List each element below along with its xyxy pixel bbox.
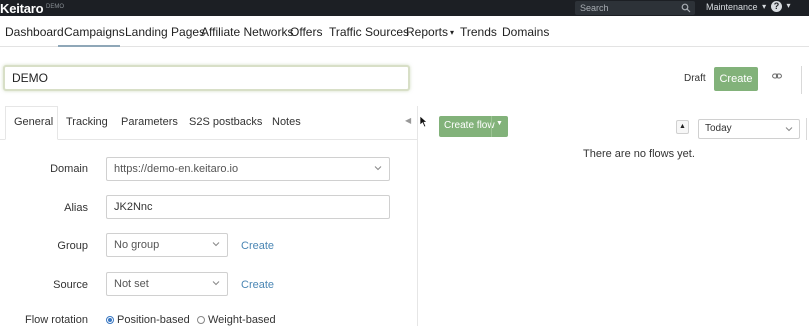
create-group-link[interactable]: Create (241, 240, 274, 252)
tab-tracking[interactable]: Tracking (66, 116, 108, 128)
caret-down-icon[interactable]: ▼ (496, 120, 503, 127)
toolbar-divider (801, 66, 802, 94)
alias-label: Alias (64, 202, 88, 214)
caret-down-icon: ▾ (786, 1, 791, 10)
nav-offers[interactable]: Offers (290, 25, 322, 39)
nav-reports-label: Reports (406, 25, 449, 39)
chevron-down-icon (212, 242, 220, 247)
rotation-weight-label: Weight-based (208, 314, 276, 326)
campaign-name-input[interactable] (5, 67, 408, 89)
tab-parameters[interactable]: Parameters (121, 116, 178, 128)
main-nav: Dashboard Campaigns Landing Pages Affili… (0, 16, 809, 47)
link-icon[interactable] (772, 72, 782, 80)
search-input[interactable] (580, 1, 675, 15)
alias-input[interactable] (107, 196, 389, 218)
group-select[interactable]: No group (106, 233, 228, 257)
radio-unselected-icon[interactable] (197, 316, 205, 324)
chevron-down-icon (785, 127, 793, 132)
nav-trends[interactable]: Trends (460, 25, 497, 39)
group-value: No group (114, 239, 160, 251)
date-range-value: Today (705, 123, 732, 134)
campaign-name-field[interactable] (3, 65, 410, 91)
global-search[interactable] (575, 1, 695, 15)
nav-domains[interactable]: Domains (502, 25, 549, 39)
maintenance-label: Maintenance (706, 2, 758, 12)
tab-s2s-postbacks[interactable]: S2S postbacks (189, 116, 262, 128)
chevron-down-icon (212, 281, 220, 286)
nav-reports[interactable]: Reports ▾ (406, 25, 454, 39)
flow-rotation-label: Flow rotation (25, 314, 88, 326)
source-label: Source (53, 279, 88, 291)
date-range-select[interactable]: Today (698, 119, 800, 139)
collapse-panel-icon[interactable]: ◀ (405, 116, 411, 125)
help-icon: ? (771, 1, 782, 13)
group-label: Group (57, 240, 88, 252)
toolbar-divider (806, 118, 807, 140)
source-select[interactable]: Not set (106, 272, 228, 296)
top-bar: Keitaro DEMO Maintenance ▾ ? ▾ (0, 0, 809, 16)
nav-dashboard[interactable]: Dashboard (5, 25, 64, 39)
create-flow-button[interactable]: Create flow ▼ (439, 116, 508, 137)
rotation-position-label: Position-based (117, 314, 190, 326)
sort-toggle-button[interactable]: ▲ (676, 120, 689, 134)
nav-affiliate-networks[interactable]: Affiliate Networks (201, 25, 293, 39)
nav-active-indicator (58, 45, 120, 47)
domain-value: https://demo-en.keitaro.io (114, 163, 239, 175)
create-flow-label: Create flow (444, 120, 495, 131)
chevron-down-icon (374, 166, 382, 171)
settings-tabs: General Tracking Parameters S2S postback… (0, 106, 418, 140)
create-source-link[interactable]: Create (241, 279, 274, 291)
create-campaign-button[interactable]: Create (714, 67, 758, 91)
search-icon[interactable] (681, 3, 691, 13)
tab-notes[interactable]: Notes (272, 116, 301, 128)
radio-selected-icon[interactable] (106, 316, 114, 324)
alias-field[interactable] (106, 195, 390, 219)
nav-traffic-sources[interactable]: Traffic Sources (329, 25, 409, 39)
help-menu[interactable]: ? ▾ (771, 1, 791, 13)
tab-general[interactable]: General (14, 116, 53, 128)
button-divider (491, 116, 492, 137)
domain-select[interactable]: https://demo-en.keitaro.io (106, 157, 390, 181)
nav-campaigns[interactable]: Campaigns (64, 25, 125, 39)
maintenance-menu[interactable]: Maintenance ▾ (706, 2, 766, 12)
caret-down-icon: ▾ (450, 28, 455, 37)
app-logo-sub: DEMO (46, 4, 64, 10)
mouse-cursor-icon (419, 115, 428, 128)
nav-landing-pages[interactable]: Landing Pages (125, 25, 205, 39)
app-logo[interactable]: Keitaro (0, 1, 44, 16)
caret-down-icon: ▾ (762, 2, 767, 11)
rotation-weight-based[interactable]: Weight-based (197, 314, 276, 326)
rotation-position-based[interactable]: Position-based (106, 314, 190, 326)
source-value: Not set (114, 278, 149, 290)
flows-empty-message: There are no flows yet. (583, 148, 695, 160)
caret-up-icon: ▲ (679, 123, 686, 130)
domain-label: Domain (50, 163, 88, 175)
campaign-status: Draft (684, 73, 706, 84)
